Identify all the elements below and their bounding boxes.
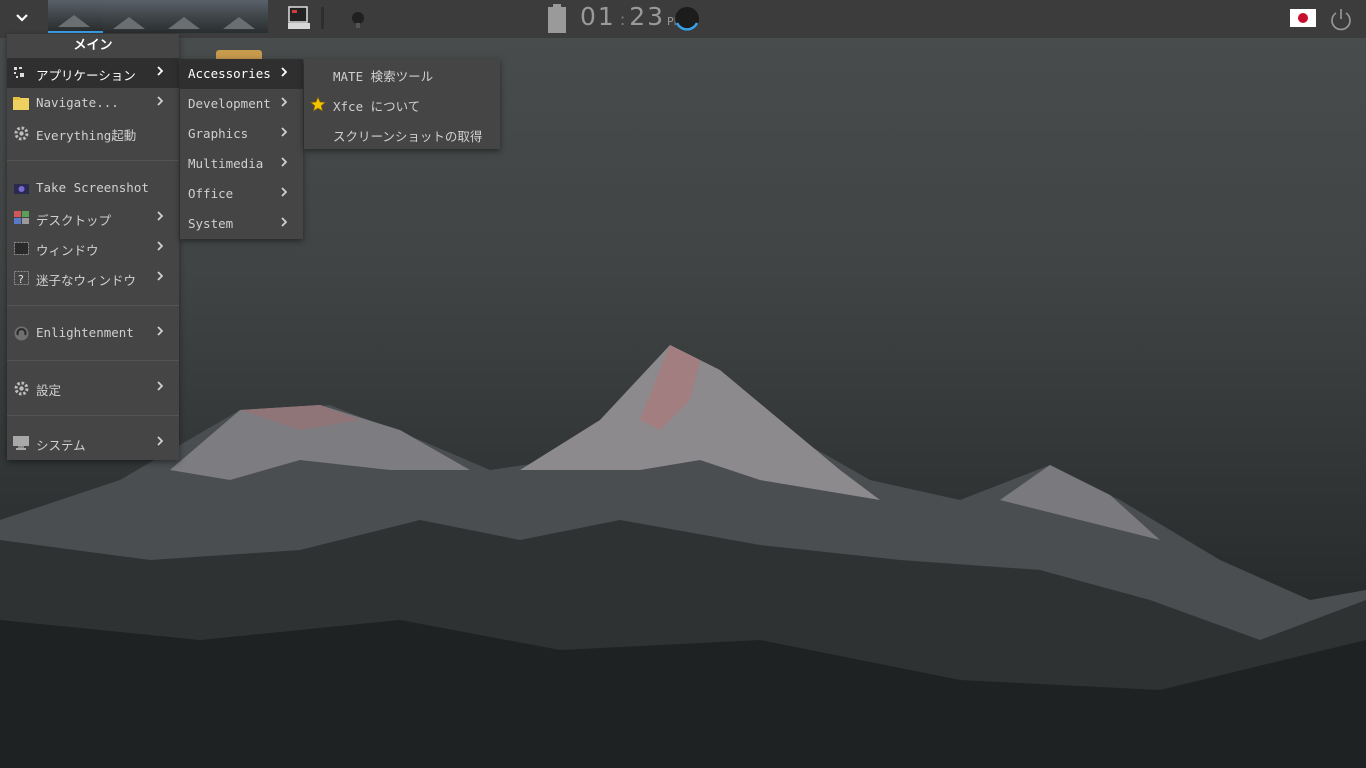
lightbulb-icon[interactable] xyxy=(350,10,366,30)
power-icon[interactable] xyxy=(1329,7,1353,31)
chevron-down-icon xyxy=(16,14,28,22)
menu-item-label: 設定 xyxy=(36,383,62,398)
menu-item-lost-windows[interactable]: ? 迷子なウィンドウ xyxy=(7,263,179,293)
menu-item-label: スクリーンショットの取得 xyxy=(333,129,483,144)
main-menu-button[interactable] xyxy=(8,3,36,33)
chevron-right-icon xyxy=(157,436,163,446)
menu-item-multimedia[interactable]: Multimedia xyxy=(180,149,303,179)
clock-colon: : xyxy=(619,10,626,29)
menu-item-accessories[interactable]: Accessories xyxy=(180,59,303,89)
battery-icon[interactable] xyxy=(547,4,567,34)
chevron-right-icon xyxy=(281,127,287,137)
top-panel: 01 : 23 PM xyxy=(0,0,1366,38)
menu-item-enlightenment[interactable]: Enlightenment xyxy=(7,318,179,348)
window-icon xyxy=(13,240,29,256)
menu-item-everything[interactable]: Everything起動 xyxy=(7,118,179,148)
desktop-pager[interactable] xyxy=(48,0,268,36)
applications-submenu: Accessories Development Graphics Multime… xyxy=(180,59,303,239)
chevron-right-icon xyxy=(281,187,287,197)
menu-item-label: Everything起動 xyxy=(36,128,137,143)
menu-separator xyxy=(7,415,179,416)
menu-item-label: ウィンドウ xyxy=(36,243,99,258)
menu-item-label: Development xyxy=(188,96,271,111)
menu-item-label: アプリケーション xyxy=(36,68,136,83)
menu-item-system-apps[interactable]: System xyxy=(180,209,303,239)
terminal-icon[interactable] xyxy=(288,6,310,30)
tray-separator xyxy=(321,7,324,29)
menu-item-window[interactable]: ウィンドウ xyxy=(7,233,179,263)
main-menu-title: メイン xyxy=(73,38,113,53)
menu-item-applications[interactable]: アプリケーション xyxy=(7,58,179,88)
menu-item-label: Accessories xyxy=(188,66,271,81)
chevron-right-icon xyxy=(157,211,163,221)
menu-item-label: Graphics xyxy=(188,126,249,141)
chevron-right-icon xyxy=(281,157,287,167)
star-icon xyxy=(310,95,326,112)
menu-item-about-xfce[interactable]: Xfce について xyxy=(304,89,500,119)
chevron-right-icon xyxy=(281,67,287,77)
clock[interactable]: 01 : 23 PM xyxy=(580,2,683,36)
camera-icon xyxy=(13,180,29,196)
settings-gear-icon xyxy=(13,380,29,396)
menu-separator xyxy=(7,305,179,306)
chevron-right-icon xyxy=(157,271,163,281)
pager-desk-1[interactable] xyxy=(48,0,103,33)
menu-item-take-screenshot[interactable]: Take Screenshot xyxy=(7,173,179,203)
clock-hour: 01 xyxy=(580,2,616,31)
chevron-right-icon xyxy=(157,241,163,251)
desktop-icon xyxy=(13,210,29,226)
menu-item-label: デスクトップ xyxy=(36,213,112,228)
menu-item-label: Xfce について xyxy=(333,99,421,114)
menu-item-navigate[interactable]: Navigate... xyxy=(7,88,179,118)
chevron-right-icon xyxy=(157,66,163,76)
menu-item-graphics[interactable]: Graphics xyxy=(180,119,303,149)
menu-item-label: Office xyxy=(188,186,234,201)
menu-item-take-screenshot-app[interactable]: スクリーンショットの取得 xyxy=(304,119,500,149)
menu-item-label: 迷子なウィンドウ xyxy=(36,273,137,288)
menu-item-label: Navigate... xyxy=(36,95,119,110)
menu-item-label: MATE 検索ツール xyxy=(333,69,434,84)
menu-separator xyxy=(7,360,179,361)
menu-item-mate-search-tool[interactable]: MATE 検索ツール xyxy=(304,59,500,89)
lost-window-icon: ? xyxy=(13,270,29,286)
menu-separator xyxy=(7,160,179,161)
enlightenment-icon xyxy=(13,325,29,341)
menu-item-desktop[interactable]: デスクトップ xyxy=(7,203,179,233)
chevron-right-icon xyxy=(281,217,287,227)
japan-flag-icon[interactable] xyxy=(1290,9,1316,27)
menu-item-settings[interactable]: 設定 xyxy=(7,373,179,403)
accessories-submenu: MATE 検索ツール Xfce について スクリーンショットの取得 xyxy=(304,59,500,149)
volume-dial-icon[interactable] xyxy=(673,5,701,33)
menu-item-system[interactable]: システム xyxy=(7,428,179,458)
menu-item-label: システム xyxy=(36,438,86,453)
pager-desk-4[interactable] xyxy=(213,0,268,33)
menu-item-label: Enlightenment xyxy=(36,325,134,340)
menu-item-label: System xyxy=(188,216,234,231)
gear-icon xyxy=(13,125,29,141)
menu-item-development[interactable]: Development xyxy=(180,89,303,119)
pager-desk-3[interactable] xyxy=(158,0,213,33)
chevron-right-icon xyxy=(281,97,287,107)
clock-minute: 23 xyxy=(629,2,666,31)
system-monitor-icon xyxy=(13,435,29,451)
main-menu: メイン アプリケーション Navigate... Everything起動 Ta… xyxy=(7,34,179,460)
folder-icon xyxy=(13,95,29,111)
menu-item-label: Take Screenshot xyxy=(36,180,149,195)
svg-text:?: ? xyxy=(18,273,24,285)
chevron-right-icon xyxy=(157,96,163,106)
menu-item-label: Multimedia xyxy=(188,156,264,171)
menu-item-office[interactable]: Office xyxy=(180,179,303,209)
chevron-right-icon xyxy=(157,326,163,336)
pager-desk-2[interactable] xyxy=(103,0,158,33)
chevron-right-icon xyxy=(157,381,163,391)
apps-icon xyxy=(13,65,29,81)
